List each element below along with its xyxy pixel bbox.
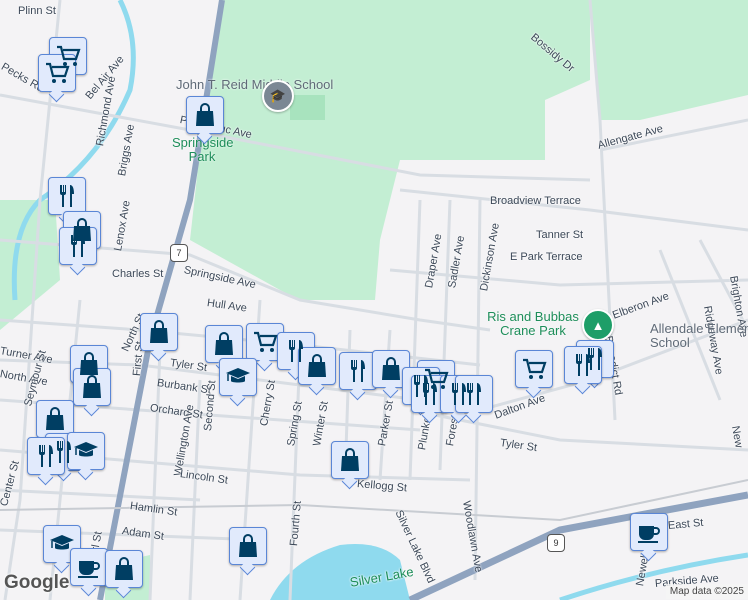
- shopping-cart-icon: [523, 358, 547, 379]
- map-marker-bag[interactable]: [229, 527, 267, 565]
- cafe-icon: [638, 526, 660, 543]
- poi-label: John T. Reid Middle School: [176, 77, 334, 92]
- map-marker-cup[interactable]: [630, 513, 668, 551]
- map-marker-bag[interactable]: [105, 550, 143, 588]
- poi-john-t-reid-school[interactable]: John T. Reid Middle School: [176, 78, 333, 92]
- shopping-bag-icon: [308, 354, 326, 377]
- shopping-bag-icon: [83, 375, 101, 398]
- restaurant-icon: [423, 383, 437, 405]
- shopping-cart-icon: [46, 62, 70, 83]
- map-marker-grad[interactable]: [219, 358, 257, 396]
- map-marker-fork[interactable]: [48, 177, 86, 215]
- map-marker-cup[interactable]: [70, 548, 108, 586]
- map-marker-fork[interactable]: [455, 375, 493, 413]
- restaurant-icon: [576, 354, 590, 376]
- restaurant-icon: [467, 383, 481, 405]
- shopping-bag-icon: [196, 103, 214, 126]
- map-marker-bag[interactable]: [186, 96, 224, 134]
- school-icon: [50, 535, 74, 550]
- school-icon: [74, 442, 98, 457]
- street-label: E Park Terrace: [510, 251, 583, 263]
- map-attribution[interactable]: Map data ©2025: [665, 584, 748, 599]
- restaurant-icon: [60, 185, 74, 207]
- shopping-bag-icon: [150, 320, 168, 343]
- shopping-cart-icon: [254, 331, 278, 352]
- map-marker-bag[interactable]: [140, 313, 178, 351]
- map-marker-bag[interactable]: [298, 347, 336, 385]
- street-label: Broadview Terrace: [490, 195, 581, 207]
- poi-allendale-school[interactable]: Allendale Elementary School: [650, 322, 748, 350]
- map-canvas[interactable]: 7 9 Plinn StPecks RdBel Air AvePontoosuc…: [0, 0, 748, 600]
- shopping-bag-icon: [382, 357, 400, 380]
- park-area-left: [0, 200, 60, 330]
- shopping-bag-icon: [46, 407, 64, 430]
- poi-crane-park[interactable]: Ris and Bubbas Crane Park: [482, 310, 584, 338]
- school-icon: [226, 368, 250, 383]
- cafe-icon: [78, 561, 100, 578]
- shopping-bag-icon: [115, 557, 133, 580]
- restaurant-icon: [39, 445, 53, 467]
- shopping-bag-icon: [215, 332, 233, 355]
- school-icon[interactable]: 🎓: [262, 80, 294, 112]
- map-marker-bag[interactable]: [73, 368, 111, 406]
- tree-icon[interactable]: ▲: [582, 309, 614, 341]
- map-marker-cart[interactable]: [515, 350, 553, 388]
- street-label: Charles St: [112, 268, 164, 280]
- restaurant-icon: [351, 360, 365, 382]
- restaurant-icon: [71, 235, 85, 257]
- shopping-bag-icon: [341, 448, 359, 471]
- street-label: Plinn St: [18, 5, 56, 17]
- google-logo: Google: [4, 572, 70, 593]
- park-area-right: [590, 0, 748, 120]
- field-area: [290, 95, 325, 120]
- street-label: Tanner St: [536, 229, 584, 241]
- route-9-shield: 9: [547, 534, 565, 552]
- shopping-bag-icon: [239, 534, 257, 557]
- route-7-shield: 7: [170, 244, 188, 262]
- map-marker-bag[interactable]: [331, 441, 369, 479]
